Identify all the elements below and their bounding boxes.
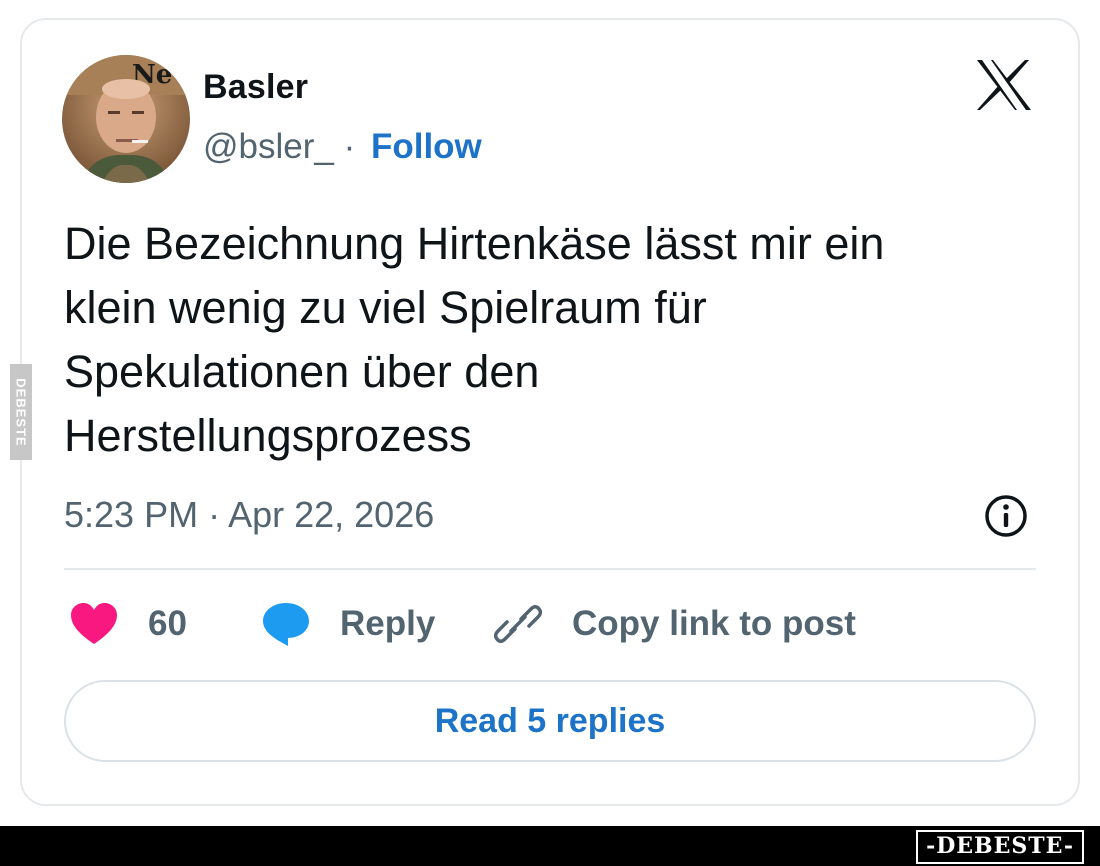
- read-replies-button[interactable]: Read 5 replies: [64, 680, 1036, 762]
- like-button[interactable]: 60: [70, 596, 187, 652]
- post-text-line: Herstellungsprozess: [64, 410, 472, 461]
- post-text-line: Spekulationen über den: [64, 346, 540, 397]
- post-text: Die Bezeichnung Hirtenkäse lässt mir ein…: [64, 212, 1054, 468]
- reply-label: Reply: [340, 604, 436, 643]
- post-timestamp[interactable]: 5:23 PM · Apr 22, 2026: [64, 494, 434, 536]
- brand-watermark: -DEBESTE-: [916, 830, 1084, 864]
- reply-bubble-icon: [263, 603, 309, 646]
- follow-button[interactable]: Follow: [371, 127, 482, 166]
- post-text-line: Die Bezeichnung Hirtenkäse lässt mir ein: [64, 218, 885, 269]
- side-watermark-text: DEBESTE: [13, 377, 29, 447]
- link-icon: [494, 605, 542, 643]
- author-handle[interactable]: @bsler_: [203, 127, 334, 166]
- post-text-line: klein wenig zu viel Spielraum für: [64, 282, 707, 333]
- copy-link-button[interactable]: Copy link to post: [494, 596, 856, 652]
- avatar[interactable]: Ne: [62, 55, 190, 183]
- like-count: 60: [148, 604, 187, 643]
- info-icon[interactable]: [983, 493, 1029, 539]
- divider: [64, 568, 1036, 570]
- x-logo-icon[interactable]: [975, 58, 1033, 112]
- author-handle-row: @bsler_ · Follow: [203, 127, 482, 167]
- author-name[interactable]: Basler: [203, 68, 308, 107]
- copy-link-label: Copy link to post: [572, 604, 856, 643]
- handle-separator: ·: [333, 127, 365, 166]
- footer-bar: -DEBESTE-: [0, 826, 1100, 866]
- side-watermark: DEBESTE: [10, 364, 32, 460]
- reply-button[interactable]: Reply: [262, 596, 435, 652]
- heart-icon: [71, 603, 117, 644]
